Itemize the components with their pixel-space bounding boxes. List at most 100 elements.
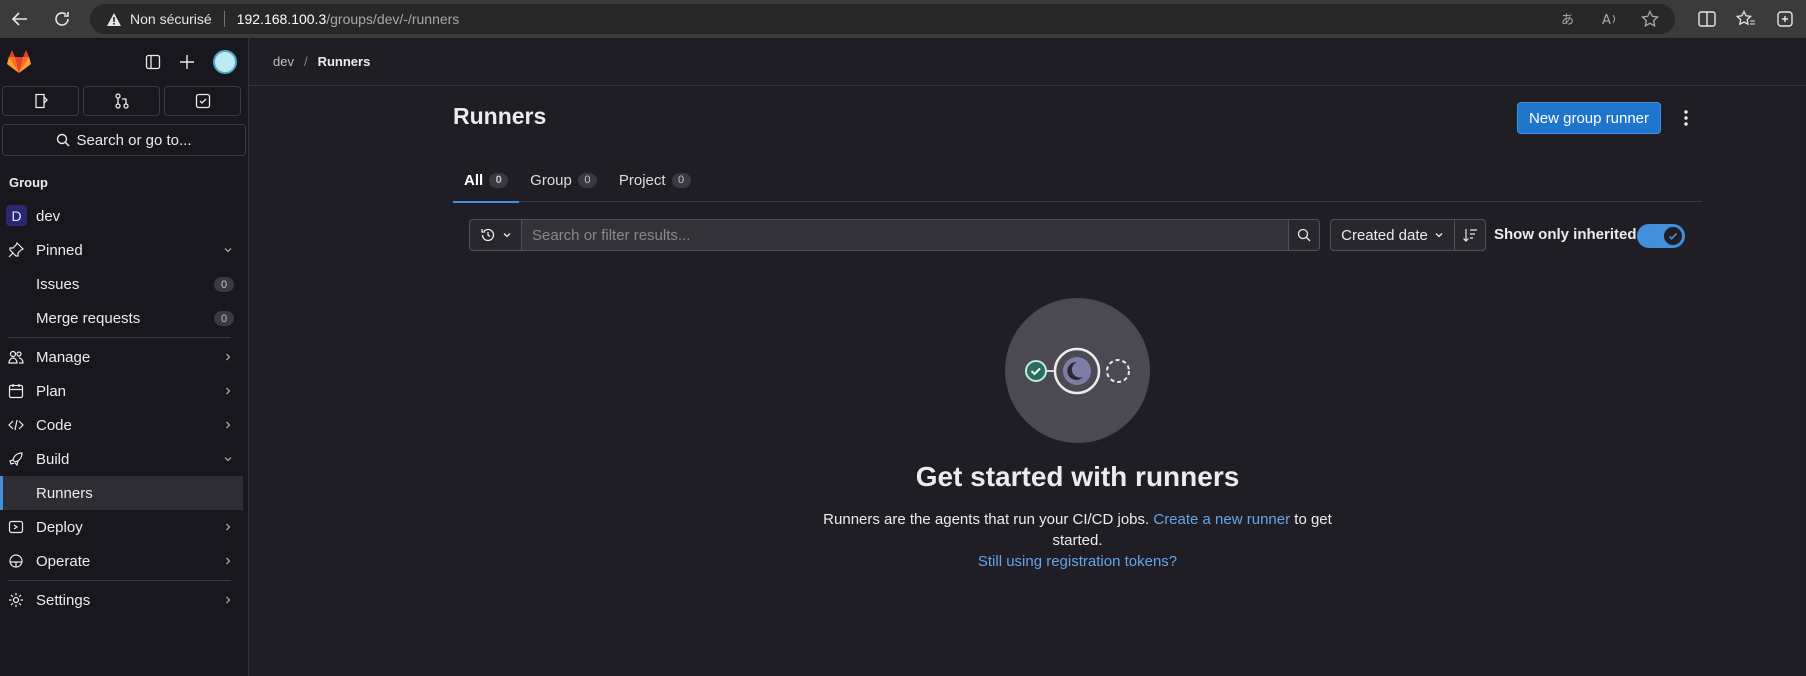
search-or-go-to-button[interactable]: Search or go to... <box>2 124 246 156</box>
address-bar[interactable]: Non sécurisé 192.168.100.3/groups/dev/-/… <box>90 4 1675 34</box>
sidebar-item-label: Operate <box>36 552 91 570</box>
breadcrumb-item-runners[interactable]: Runners <box>318 54 371 69</box>
chevron-right-icon <box>222 419 234 431</box>
search-icon <box>56 133 70 147</box>
chevron-right-icon <box>222 521 234 533</box>
refresh-icon[interactable] <box>42 0 82 38</box>
collections-icon[interactable] <box>1776 10 1794 28</box>
tab-group[interactable]: Group 0 <box>519 158 608 202</box>
chevron-down-icon <box>222 453 234 465</box>
search-icon <box>1297 228 1311 242</box>
issues-tile[interactable] <box>2 86 79 116</box>
plus-icon[interactable] <box>179 54 195 70</box>
browser-toolbar: Non sécurisé 192.168.100.3/groups/dev/-/… <box>0 0 1806 38</box>
sidebar-item-label: Runners <box>36 484 93 502</box>
show-inherited-toggle[interactable] <box>1637 224 1685 248</box>
sidebar-item-label: Build <box>36 450 70 468</box>
sidebar-item-label: Issues <box>36 275 80 293</box>
rocket-icon <box>8 451 24 467</box>
sidebar-section-label: Group <box>9 175 48 190</box>
gitlab-logo-icon[interactable] <box>6 49 32 74</box>
sidebar-item-plan[interactable]: Plan <box>0 374 248 408</box>
sidebar-item-group[interactable]: D dev <box>0 199 248 233</box>
sidebar-item-label: Plan <box>36 382 67 400</box>
count-badge: 0 <box>214 277 234 292</box>
tab-project[interactable]: Project 0 <box>608 158 702 202</box>
breadcrumb-item-dev[interactable]: dev <box>273 54 294 69</box>
merge-request-icon <box>114 93 130 109</box>
breadcrumb: dev / Runners <box>249 38 1806 86</box>
read-aloud-icon[interactable]: A <box>1601 11 1619 27</box>
new-group-runner-button[interactable]: New group runner <box>1517 102 1661 134</box>
todo-tile[interactable] <box>164 86 241 116</box>
favorites-icon[interactable] <box>1736 10 1756 28</box>
code-icon <box>8 417 24 433</box>
todo-icon <box>195 93 211 109</box>
translate-icon[interactable]: あ <box>1561 11 1579 27</box>
sort-dropdown[interactable]: Created date <box>1330 219 1455 251</box>
calendar-icon <box>8 383 24 399</box>
more-actions-icon[interactable] <box>1678 104 1694 132</box>
history-icon <box>480 227 496 243</box>
warning-icon <box>106 12 122 27</box>
sort-label: Created date <box>1341 226 1428 244</box>
group-avatar: D <box>6 205 27 226</box>
sidebar-item-merge-requests[interactable]: Merge requests 0 <box>0 301 248 335</box>
page-title: Runners <box>453 103 547 129</box>
sort-direction-button[interactable] <box>1455 219 1486 251</box>
sidebar-divider <box>8 337 231 338</box>
tab-label: Project <box>618 171 666 189</box>
avatar[interactable] <box>213 50 237 74</box>
sidebar-item-settings[interactable]: Settings <box>0 583 248 617</box>
favorite-star-icon[interactable] <box>1641 10 1659 28</box>
split-screen-icon[interactable] <box>1698 11 1716 27</box>
sidebar-item-label: Settings <box>36 591 91 609</box>
search-input[interactable] <box>521 219 1289 251</box>
tab-label: All <box>464 171 484 189</box>
sidebar-item-build[interactable]: Build <box>0 442 248 476</box>
sidebar-item-code[interactable]: Code <box>0 408 248 442</box>
recent-searches-button[interactable] <box>469 219 521 251</box>
sidebar-item-manage[interactable]: Manage <box>0 340 248 374</box>
tab-all[interactable]: All 0 <box>453 158 520 203</box>
address-divider <box>223 11 225 27</box>
search-label: Search or go to... <box>76 131 192 149</box>
url-path: /groups/dev/-/runners <box>326 11 460 27</box>
chevron-right-icon <box>222 555 234 567</box>
registration-tokens-link[interactable]: Still using registration tokens? <box>770 551 1385 572</box>
chevron-right-icon <box>222 594 234 606</box>
chevron-right-icon <box>222 351 234 363</box>
breadcrumb-separator: / <box>303 54 308 69</box>
url-host: 192.168.100.3 <box>236 11 327 27</box>
sidebar-item-operate[interactable]: Operate <box>0 544 248 578</box>
sidebar-item-label: Pinned <box>36 241 83 259</box>
sidebar-item-label: Manage <box>36 348 91 366</box>
svg-text:あ: あ <box>1561 13 1574 27</box>
create-runner-link[interactable]: Create a new runner <box>1153 511 1290 528</box>
empty-state: Get started with runners Runners are the… <box>770 298 1385 572</box>
sidebar-item-issues[interactable]: Issues 0 <box>0 267 248 301</box>
empty-state-title: Get started with runners <box>915 461 1240 492</box>
empty-state-description: Runners are the agents that run your CI/… <box>823 509 1333 551</box>
runner-tabs: All 0 Group 0 Project 0 <box>453 158 1702 203</box>
sidebar-item-deploy[interactable]: Deploy <box>0 510 248 544</box>
chevron-right-icon <box>222 385 234 397</box>
sidebar-item-pinned[interactable]: Pinned <box>0 233 248 267</box>
sidebar-item-label: Deploy <box>36 518 83 536</box>
chevron-down-icon <box>502 230 512 240</box>
pin-icon <box>8 242 24 258</box>
cloud-icon <box>8 553 24 569</box>
merge-requests-tile[interactable] <box>83 86 160 116</box>
chevron-down-icon <box>222 244 234 256</box>
show-inherited-label: Show only inherited <box>1494 226 1637 243</box>
gear-icon <box>8 592 24 608</box>
sidebar-toggle-icon[interactable] <box>145 54 161 70</box>
issues-icon <box>33 93 49 109</box>
search-submit-button[interactable] <box>1289 219 1320 251</box>
empty-state-text: Runners are the agents that run your CI/… <box>823 511 1150 528</box>
sidebar-item-runners[interactable]: Runners <box>0 476 243 510</box>
back-icon[interactable] <box>0 0 40 38</box>
sidebar-item-label: Code <box>36 416 72 434</box>
check-icon <box>1664 227 1682 245</box>
tab-count-badge: 0 <box>671 172 691 188</box>
